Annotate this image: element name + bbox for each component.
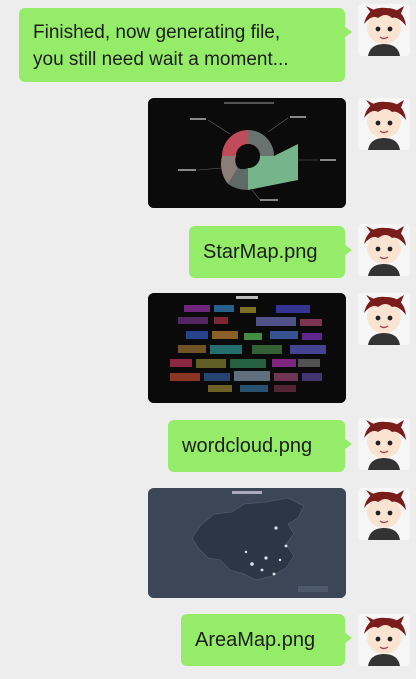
- file-name: StarMap.png: [203, 241, 318, 263]
- avatar[interactable]: [358, 4, 410, 56]
- avatar[interactable]: [358, 293, 410, 345]
- avatar[interactable]: [358, 614, 410, 666]
- cartoon-boy-avatar-icon: [358, 488, 410, 540]
- avatar[interactable]: [358, 418, 410, 470]
- cartoon-boy-avatar-icon: [358, 4, 410, 56]
- area-map-image[interactable]: [148, 488, 346, 598]
- file-name: AreaMap.png: [195, 629, 316, 651]
- file-name: wordcloud.png: [182, 435, 313, 457]
- message-line-1: Finished, now generating file,: [33, 22, 281, 43]
- star-map-chart-thumbnail-icon: [148, 98, 346, 208]
- message-bubble-status[interactable]: Finished, now generating file, you still…: [19, 8, 352, 82]
- cartoon-boy-avatar-icon: [358, 98, 410, 150]
- file-bubble-starmap[interactable]: StarMap.png: [189, 226, 352, 278]
- star-map-image[interactable]: [148, 98, 346, 208]
- message-line-2: you still need wait a moment...: [33, 49, 289, 70]
- word-cloud-thumbnail-icon: [148, 293, 346, 403]
- area-map-thumbnail-icon: [148, 488, 346, 598]
- cartoon-boy-avatar-icon: [358, 293, 410, 345]
- cartoon-boy-avatar-icon: [358, 224, 410, 276]
- word-cloud-image[interactable]: [148, 293, 346, 403]
- file-bubble-areamap[interactable]: AreaMap.png: [181, 614, 352, 666]
- cartoon-boy-avatar-icon: [358, 418, 410, 470]
- avatar[interactable]: [358, 98, 410, 150]
- avatar[interactable]: [358, 488, 410, 540]
- cartoon-boy-avatar-icon: [358, 614, 410, 666]
- avatar[interactable]: [358, 224, 410, 276]
- chat-window: Finished, now generating file, you still…: [0, 0, 416, 679]
- file-bubble-wordcloud[interactable]: wordcloud.png: [168, 420, 352, 472]
